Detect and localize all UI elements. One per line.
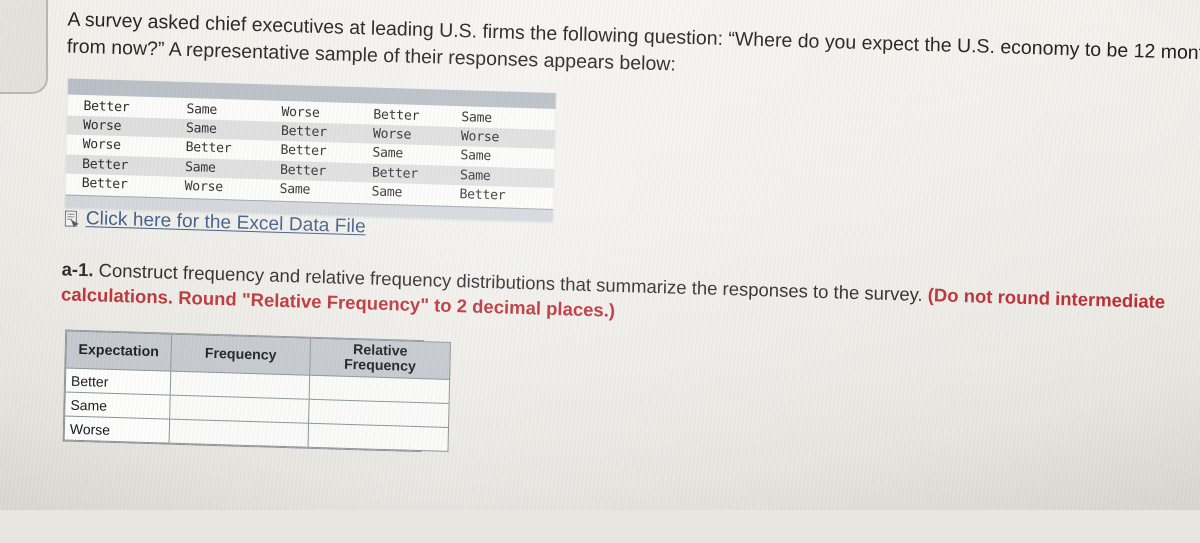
sample-responses-table: Better Same Worse Better Same Worse Same… [65, 78, 556, 222]
data-cell: Same [461, 110, 493, 127]
instructions-block: a-1. Construct frequency and relative fr… [61, 256, 1192, 340]
data-cell: Better [81, 156, 129, 173]
data-cell: Worse [184, 178, 223, 195]
data-cell: Better [280, 124, 327, 141]
row-label-better: Better [65, 368, 171, 396]
data-cell: Worse [281, 104, 320, 122]
data-cell: Same [279, 181, 311, 198]
data-cell: Better [280, 143, 327, 160]
part-label: a-1. [61, 258, 94, 281]
data-cell: Better [279, 162, 327, 179]
data-cell: Better [83, 99, 130, 116]
data-cell: Same [186, 102, 218, 119]
data-cell: Better [81, 175, 128, 193]
row-label-worse: Worse [64, 416, 170, 444]
relfreq-header-line-2: Frequency [343, 356, 417, 375]
data-cell: Worse [82, 118, 122, 135]
data-cell: Better [371, 165, 419, 182]
data-cell: Worse [372, 126, 412, 143]
data-cell: Same [372, 146, 404, 162]
data-cell: Same [185, 121, 217, 138]
instruction-emphasis-1: (Do not round intermediate [927, 284, 1166, 313]
document-content-plane: A survey asked chief executives at leadi… [0, 0, 1200, 542]
excel-document-icon [64, 209, 80, 227]
relative-frequency-input-worse[interactable] [308, 423, 449, 452]
frequency-input-worse[interactable] [169, 419, 309, 448]
data-cell: Same [460, 148, 492, 165]
data-cell: Better [459, 187, 506, 204]
frequency-distribution-answer-table: Expectation Frequency Relative Frequency… [62, 329, 451, 453]
column-header-expectation: Expectation [65, 331, 172, 372]
table-body: Better Same Worse Better Same Worse Same… [65, 94, 556, 206]
data-cell: Worse [82, 137, 121, 154]
device-bezel-corner [0, 0, 48, 94]
data-cell: Better [185, 140, 232, 157]
data-cell: Same [184, 159, 216, 176]
data-cell: Same [459, 167, 491, 184]
row-label-same: Same [64, 392, 171, 420]
column-header-relative-frequency: Relative Frequency [309, 338, 451, 380]
data-cell: Same [371, 184, 403, 201]
column-header-frequency: Frequency [170, 334, 311, 376]
data-cell: Better [373, 107, 420, 125]
data-cell: Worse [460, 129, 500, 146]
